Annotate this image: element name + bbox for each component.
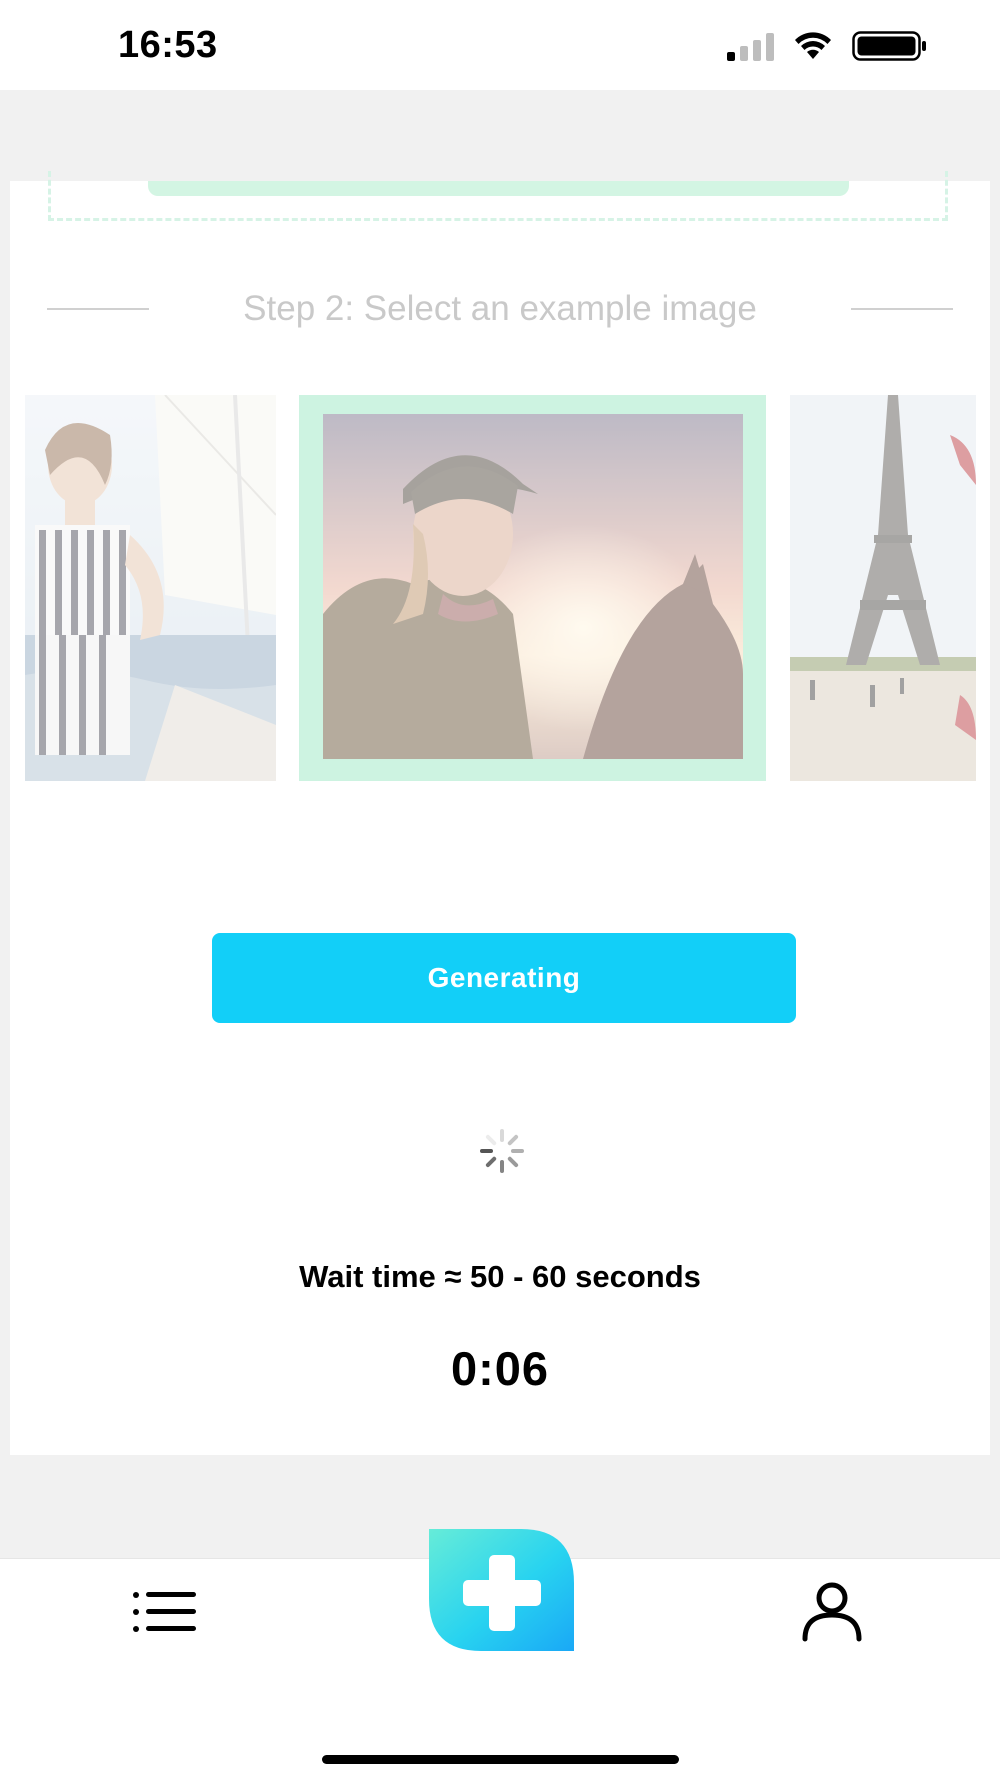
divider-right xyxy=(850,308,953,310)
home-indicator[interactable] xyxy=(322,1755,679,1764)
example-image-carousel[interactable] xyxy=(25,395,985,781)
add-icon[interactable] xyxy=(421,1525,581,1655)
profile-icon[interactable] xyxy=(800,1581,864,1643)
example-image-rider-selected[interactable] xyxy=(299,395,766,781)
step-2-title: Step 2: Select an example image xyxy=(243,289,757,328)
wifi-icon xyxy=(795,32,831,59)
bottom-navigation xyxy=(0,1529,1000,1778)
step-2-header: Step 2: Select an example image xyxy=(47,284,953,334)
status-icons xyxy=(727,30,928,62)
battery-icon xyxy=(852,31,926,61)
wait-time-text: Wait time ≈ 50 - 60 seconds xyxy=(299,1259,701,1294)
upload-button[interactable] xyxy=(148,181,849,196)
upload-dropzone[interactable] xyxy=(48,171,948,221)
loading-spinner-icon xyxy=(480,1129,524,1173)
cellular-signal-icon xyxy=(727,31,774,61)
divider-left xyxy=(47,308,149,310)
list-icon[interactable] xyxy=(130,1587,200,1637)
status-time: 16:53 xyxy=(118,24,218,66)
generate-button[interactable]: Generating xyxy=(212,933,796,1023)
generation-card: Step 2: Select an example image Generati… xyxy=(10,171,990,1455)
status-bar: 16:53 xyxy=(0,0,1000,90)
example-image-eiffel-tower[interactable] xyxy=(790,395,976,781)
example-image-sailboat[interactable] xyxy=(25,395,276,781)
elapsed-timer: 0:06 xyxy=(450,1342,550,1395)
